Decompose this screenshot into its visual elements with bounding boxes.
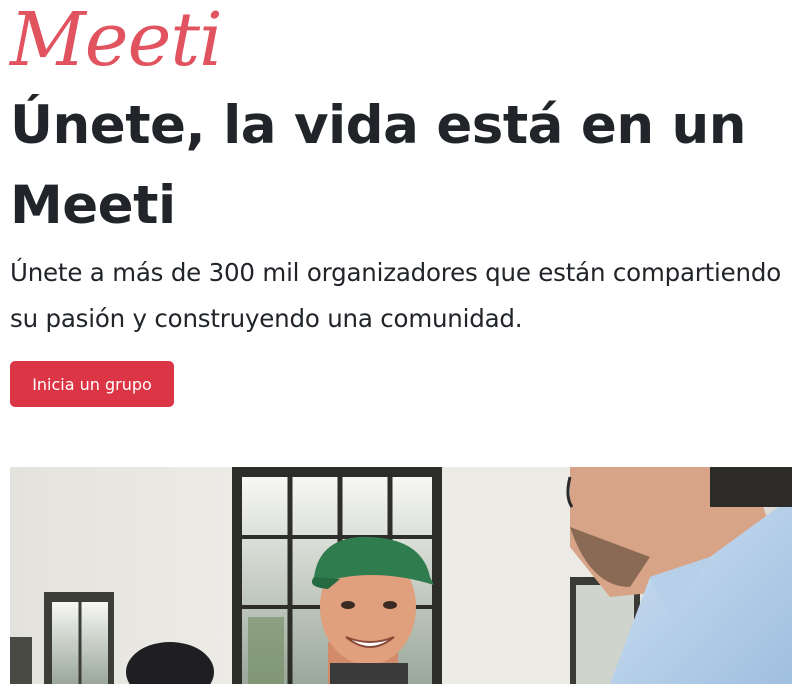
- start-group-button[interactable]: Inicia un grupo: [10, 361, 174, 407]
- hero-image: [10, 467, 792, 684]
- logo: Meeti: [10, 0, 223, 83]
- page-headline: Únete, la vida está en un Meeti: [10, 95, 746, 236]
- lead-paragraph: Únete a más de 300 mil organizadores que…: [10, 258, 782, 333]
